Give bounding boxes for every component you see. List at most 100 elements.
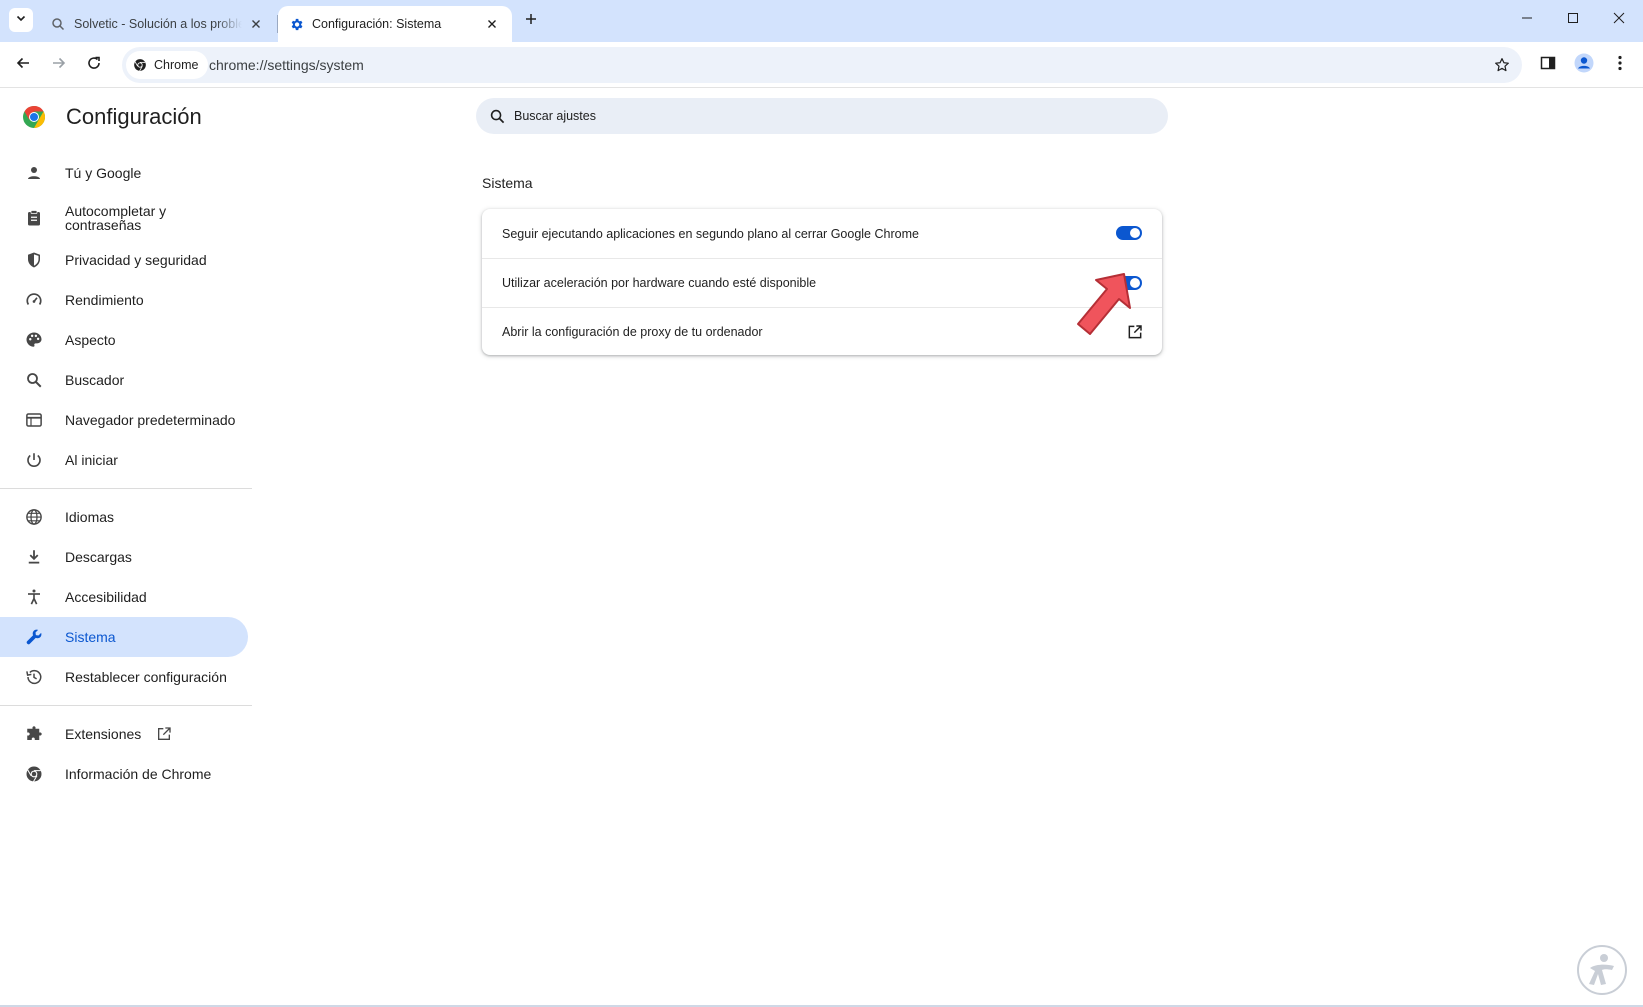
settings-row-background-apps: Seguir ejecutando aplicaciones en segund… <box>482 209 1162 258</box>
arrow-right-icon <box>51 55 67 76</box>
sidebar-item-descargas[interactable]: Descargas <box>0 537 248 577</box>
tab-title: Solvetic - Solución a los problemas <box>74 17 242 31</box>
person-icon <box>24 163 44 183</box>
back-button[interactable] <box>10 52 36 78</box>
sidebar-item-label: Descargas <box>65 549 132 565</box>
sidebar-item-label: Buscador <box>65 372 125 388</box>
address-bar[interactable]: Chrome chrome://settings/system <box>122 47 1522 83</box>
side-panel-icon <box>1540 55 1556 76</box>
profile-button[interactable] <box>1571 52 1597 78</box>
sidebar-item-label: Tú y Google <box>65 165 142 181</box>
chrome-menu-button[interactable] <box>1607 52 1633 78</box>
system-settings-card: Seguir ejecutando aplicaciones en segund… <box>482 209 1162 355</box>
search-icon <box>488 107 506 125</box>
chip-label: Chrome <box>154 58 199 72</box>
sidebar-item-informacion-chrome[interactable]: Información de Chrome <box>0 754 248 794</box>
wrench-icon <box>24 627 44 647</box>
settings-row-hardware-acceleration: Utilizar aceleración por hardware cuando… <box>482 258 1162 307</box>
sidebar-item-sistema[interactable]: Sistema <box>0 617 248 657</box>
toolbar: Chrome chrome://settings/system <box>0 42 1643 88</box>
sidebar-divider <box>0 705 252 706</box>
forward-button[interactable] <box>46 52 72 78</box>
sidebar-item-label: Aspecto <box>65 332 116 348</box>
sidebar-item-label: Idiomas <box>65 509 115 525</box>
sidebar-item-extensiones[interactable]: Extensiones <box>0 714 248 754</box>
plus-icon <box>525 12 537 30</box>
sidebar-item-al-iniciar[interactable]: Al iniciar <box>0 440 248 480</box>
new-tab-button[interactable] <box>520 10 542 32</box>
bookmark-star-icon[interactable] <box>1492 55 1512 75</box>
sidebar-item-label: Información de Chrome <box>65 766 212 782</box>
site-info-chip[interactable]: Chrome <box>126 51 209 79</box>
chrome-icon <box>24 764 44 784</box>
search-icon <box>50 16 66 32</box>
sidebar-item-label: Rendimiento <box>65 292 144 308</box>
accessibility-icon <box>24 587 44 607</box>
puzzle-icon <box>24 724 44 744</box>
sidebar-item-aspecto[interactable]: Aspecto <box>0 320 248 360</box>
side-panel-button[interactable] <box>1535 52 1561 78</box>
sidebar-item-label: Restablecer configuración <box>65 669 227 685</box>
sidebar-item-tu-y-google[interactable]: Tú y Google <box>0 153 248 193</box>
row-label: Abrir la configuración de proxy de tu or… <box>502 325 763 339</box>
tab-strip: Solvetic - Solución a los problemas Conf… <box>0 0 1643 42</box>
sidebar-item-label: Privacidad y seguridad <box>65 252 207 268</box>
settings-header: Configuración <box>22 104 202 130</box>
sidebar-item-buscador[interactable]: Buscador <box>0 360 248 400</box>
globe-icon <box>24 507 44 527</box>
background-apps-toggle[interactable] <box>1116 226 1142 240</box>
sidebar-item-label: Autocompletar y contraseñas <box>65 203 167 233</box>
url-text[interactable]: chrome://settings/system <box>209 57 364 73</box>
history-icon <box>24 667 44 687</box>
chevron-down-icon <box>15 11 27 29</box>
sidebar-item-label: Navegador predeterminado <box>65 412 236 428</box>
sidebar-item-label: Al iniciar <box>65 452 118 468</box>
maximize-icon <box>1567 11 1579 29</box>
tab-search-button[interactable] <box>9 8 33 32</box>
annotation-arrow-icon <box>1077 273 1131 335</box>
minimize-icon <box>1521 11 1533 29</box>
reload-button[interactable] <box>81 52 107 78</box>
sidebar-item-restablecer[interactable]: Restablecer configuración <box>0 657 248 697</box>
sidebar-item-rendimiento[interactable]: Rendimiento <box>0 280 248 320</box>
sidebar-item-idiomas[interactable]: Idiomas <box>0 497 248 537</box>
download-icon <box>24 547 44 567</box>
section-title: Sistema <box>482 175 533 191</box>
search-input[interactable] <box>514 109 1114 123</box>
palette-icon <box>24 330 44 350</box>
row-label: Utilizar aceleración por hardware cuando… <box>502 276 817 290</box>
browser-icon <box>24 410 44 430</box>
toggle-knob <box>1130 228 1140 238</box>
close-icon[interactable] <box>484 16 500 32</box>
tab-title: Configuración: Sistema <box>312 17 442 31</box>
sidebar-item-autocompletar[interactable]: Autocompletar y contraseñas <box>0 197 248 239</box>
sidebar-item-label: Sistema <box>65 629 116 645</box>
sidebar-item-label: Extensiones <box>65 726 142 742</box>
sidebar-divider <box>0 488 252 489</box>
settings-search[interactable] <box>476 98 1168 134</box>
close-icon[interactable] <box>248 16 264 32</box>
sidebar-item-navegador-predeterminado[interactable]: Navegador predeterminado <box>0 400 248 440</box>
tab-solvetic[interactable]: Solvetic - Solución a los problemas <box>40 6 278 42</box>
avatar-icon <box>1574 53 1594 78</box>
row-label: Seguir ejecutando aplicaciones en segund… <box>502 226 919 241</box>
watermark-logo-icon <box>1577 945 1627 995</box>
sidebar-item-privacidad[interactable]: Privacidad y seguridad <box>0 240 248 280</box>
kebab-menu-icon <box>1618 55 1622 76</box>
search-icon <box>24 370 44 390</box>
sidebar-item-accesibilidad[interactable]: Accesibilidad <box>0 577 248 617</box>
open-in-new-icon <box>155 725 173 743</box>
clipboard-icon <box>24 208 44 228</box>
chrome-icon <box>132 57 148 73</box>
tab-configuracion[interactable]: Configuración: Sistema <box>278 6 512 42</box>
speedometer-icon <box>24 290 44 310</box>
gear-icon <box>288 16 304 32</box>
page-title: Configuración <box>66 104 202 129</box>
reload-icon <box>86 55 102 76</box>
minimize-button[interactable] <box>1504 0 1550 40</box>
power-icon <box>24 450 44 470</box>
close-window-button[interactable] <box>1596 0 1642 40</box>
settings-row-proxy[interactable]: Abrir la configuración de proxy de tu or… <box>482 307 1162 356</box>
sidebar-item-label: Accesibilidad <box>65 589 147 605</box>
maximize-button[interactable] <box>1550 0 1596 40</box>
